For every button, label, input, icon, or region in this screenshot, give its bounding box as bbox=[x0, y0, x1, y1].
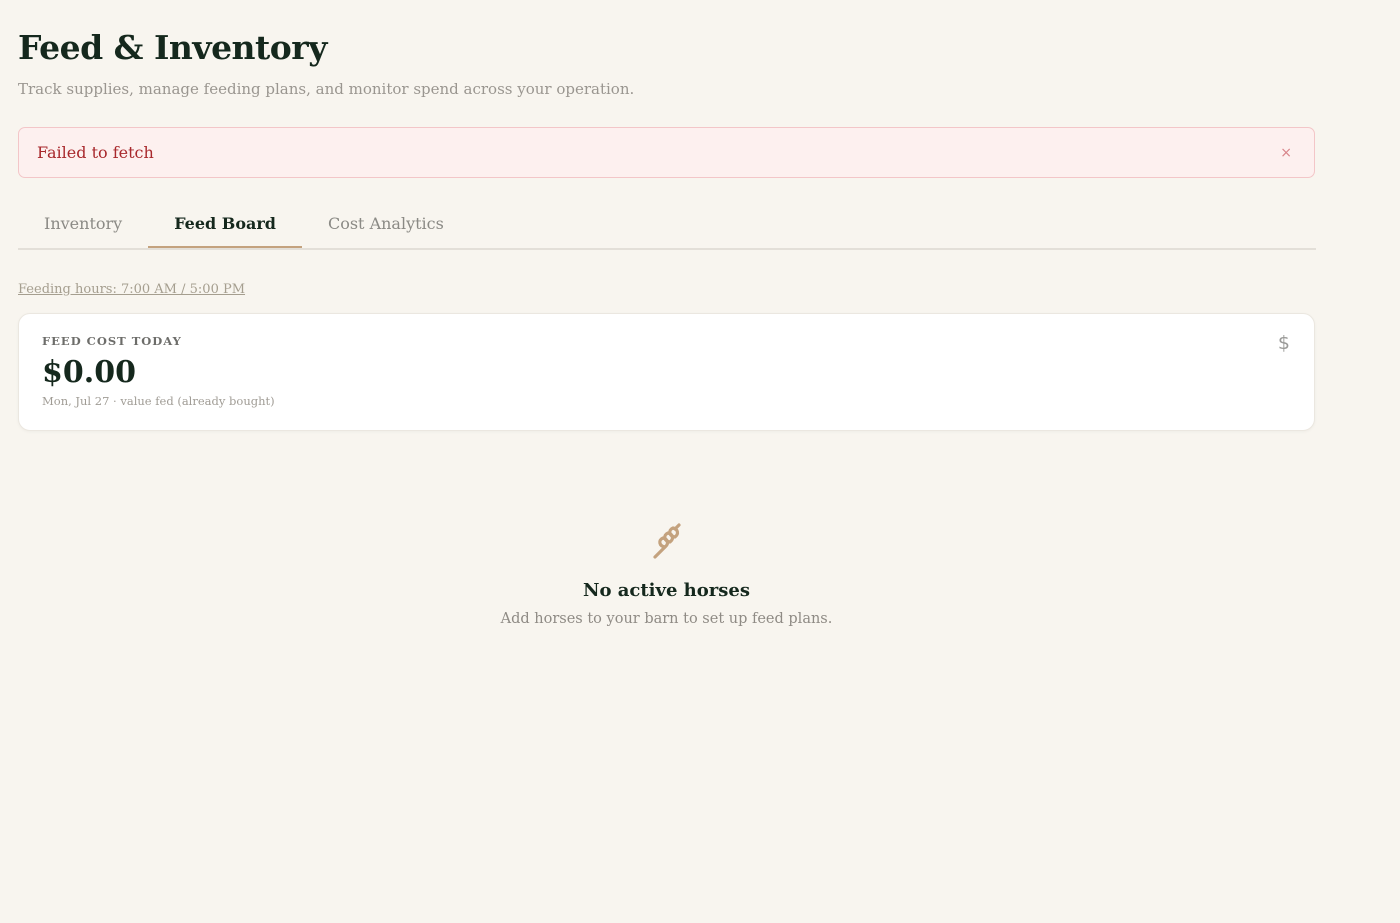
tab-bar: Inventory Feed Board Cost Analytics bbox=[18, 200, 1316, 250]
feed-inventory-page: Feed & Inventory Track supplies, manage … bbox=[0, 0, 1400, 923]
card-label: FEED COST TODAY bbox=[42, 334, 182, 348]
dollar-icon: $ bbox=[1277, 332, 1290, 354]
card-value: $0.00 bbox=[42, 355, 136, 390]
tab-feed-board[interactable]: Feed Board bbox=[148, 200, 302, 248]
close-icon[interactable]: × bbox=[1276, 143, 1296, 163]
page-subtitle: Track supplies, manage feeding plans, an… bbox=[18, 80, 635, 98]
empty-state-title: No active horses bbox=[583, 580, 750, 601]
wheat-icon bbox=[650, 520, 684, 562]
feed-cost-card: FEED COST TODAY $0.00 Mon, Jul 27 · valu… bbox=[18, 313, 1315, 431]
page-title: Feed & Inventory bbox=[18, 28, 327, 67]
feeding-hours-link[interactable]: Feeding hours: 7:00 AM / 5:00 PM bbox=[18, 282, 245, 297]
empty-state: No active horses Add horses to your barn… bbox=[18, 520, 1315, 627]
card-note: Mon, Jul 27 · value fed (already bought) bbox=[42, 394, 275, 408]
tab-inventory[interactable]: Inventory bbox=[18, 200, 148, 246]
tab-cost-analytics[interactable]: Cost Analytics bbox=[302, 200, 470, 246]
error-banner: Failed to fetch × bbox=[18, 127, 1315, 178]
empty-state-description: Add horses to your barn to set up feed p… bbox=[500, 611, 833, 627]
error-message: Failed to fetch bbox=[37, 143, 154, 162]
